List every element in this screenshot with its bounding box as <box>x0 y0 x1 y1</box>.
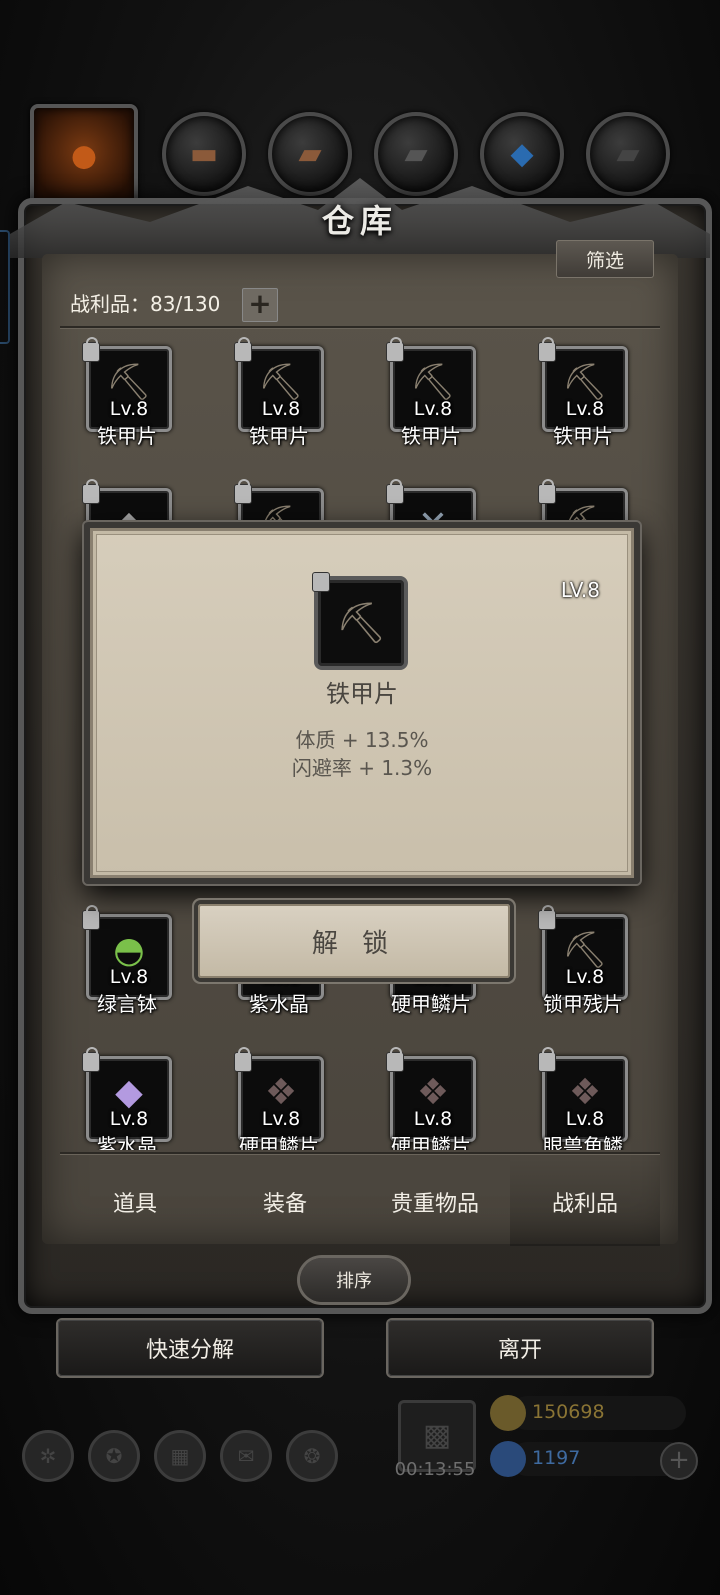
item-detail-popup: LV.8 ⛏ 铁甲片 体质 + 13.5% 闪避率 + 1.3% <box>84 522 640 884</box>
tab-items[interactable]: 道具 <box>60 1158 210 1246</box>
lock-icon <box>386 479 404 504</box>
quick-decompose-button[interactable]: 快速分解 <box>58 1320 322 1376</box>
item-name: 铁甲片 <box>553 424 613 448</box>
popup-item-name: 铁甲片 <box>326 680 398 708</box>
inventory-item[interactable]: ❖ Lv.8 硬甲鳞片 <box>234 1047 324 1156</box>
add-gems-button[interactable]: + <box>660 1442 698 1480</box>
item-level: Lv.8 <box>565 966 605 988</box>
divider <box>60 326 660 328</box>
lock-icon <box>82 1047 100 1072</box>
tab-valuables[interactable]: 贵重物品 <box>360 1158 510 1246</box>
window-title: 仓库 <box>321 202 398 240</box>
lock-icon <box>386 337 404 362</box>
inventory-item[interactable]: ⛏ Lv.8 铁甲片 <box>82 337 172 448</box>
lock-icon <box>234 337 252 362</box>
gift-timer: 00:13:55 <box>394 1459 476 1480</box>
popup-item-icon: ⛏ <box>312 572 408 670</box>
item-level: Lv.8 <box>109 398 149 420</box>
gold-amount: 150698 <box>532 1401 605 1423</box>
lock-icon <box>82 337 100 362</box>
lock-icon <box>82 479 100 504</box>
inventory-item[interactable]: ⛏ Lv.8 铁甲片 <box>386 337 476 448</box>
gem-amount: 1197 <box>532 1447 581 1469</box>
item-level: Lv.8 <box>565 1108 605 1130</box>
iron-icon[interactable]: ▰3742 <box>374 112 458 216</box>
tab-equipment[interactable]: 装备 <box>210 1158 360 1246</box>
book-icon[interactable]: ▦ <box>154 1430 206 1482</box>
inventory-item[interactable]: ⛏ Lv.8 锁甲残片 <box>538 905 628 1016</box>
chat-icon[interactable]: ❂ <box>286 1430 338 1482</box>
capacity-label: 战利品：83/130 <box>70 292 221 316</box>
star-icon[interactable]: ✪ <box>88 1430 140 1482</box>
item-name: 紫水晶 <box>249 992 309 1016</box>
wood-icon[interactable]: ▬ <box>162 112 246 196</box>
plank-icon[interactable]: ▰49703 <box>268 112 352 216</box>
lock-icon <box>234 479 252 504</box>
item-level: Lv.8 <box>261 398 301 420</box>
lock-icon <box>538 905 556 930</box>
gold-coin-icon <box>490 1395 526 1431</box>
expand-capacity-button[interactable]: + <box>242 288 278 322</box>
item-level: Lv.8 <box>565 398 605 420</box>
inventory-item[interactable]: ⛏ Lv.8 铁甲片 <box>234 337 324 448</box>
item-level: Lv.8 <box>413 398 453 420</box>
item-name: 眼兽角鳞 <box>543 1134 623 1150</box>
inventory-item[interactable]: ⛏ Lv.8 铁甲片 <box>538 337 628 448</box>
crystal-icon[interactable]: ◆ <box>480 112 564 196</box>
popup-stat-constitution: 体质 + 13.5% <box>295 728 429 752</box>
ore-icon[interactable]: ▰42874 <box>586 112 670 216</box>
item-level: Lv.8 <box>413 1108 453 1130</box>
lock-icon <box>538 337 556 362</box>
unlock-button[interactable]: 解 锁 <box>198 904 510 978</box>
tab-loot[interactable]: 战利品 <box>510 1158 660 1246</box>
inventory-item[interactable]: ❖ Lv.8 眼兽角鳞 <box>538 1047 628 1156</box>
gem-icon <box>490 1441 526 1477</box>
item-name: 锁甲残片 <box>543 992 623 1016</box>
side-tab[interactable] <box>0 230 10 344</box>
mail-icon[interactable]: ✉ <box>220 1430 272 1482</box>
sort-button[interactable]: 排序 <box>300 1258 408 1302</box>
popup-stat-dodge: 闪避率 + 1.3% <box>291 756 433 780</box>
lock-icon <box>538 1047 556 1072</box>
item-name: 铁甲片 <box>97 424 157 448</box>
item-name: 硬甲鳞片 <box>391 992 471 1016</box>
item-level: Lv.8 <box>109 1108 149 1130</box>
item-level: Lv.8 <box>109 966 149 988</box>
category-tabs: 道具 装备 贵重物品 战利品 <box>60 1158 660 1246</box>
inventory-item[interactable]: ◓ Lv.8 绿言钵 <box>82 905 172 1016</box>
divider <box>60 1152 660 1154</box>
item-name: 硬甲鳞片 <box>391 1134 471 1150</box>
item-name: 紫水晶 <box>97 1134 157 1150</box>
lock-icon <box>82 905 100 930</box>
lock-icon <box>234 1047 252 1072</box>
settings-icon[interactable]: ✲ <box>22 1430 74 1482</box>
popup-level: LV.8 <box>560 578 600 602</box>
item-name: 硬甲鳞片 <box>239 1134 319 1150</box>
filter-button[interactable]: 筛选 <box>556 240 654 278</box>
lock-icon <box>538 479 556 504</box>
item-name: 铁甲片 <box>249 424 309 448</box>
item-name: 绿言钵 <box>97 992 157 1016</box>
inventory-item[interactable]: ❖ Lv.8 硬甲鳞片 <box>386 1047 476 1156</box>
item-level: Lv.8 <box>261 1108 301 1130</box>
lock-icon <box>312 572 330 592</box>
item-name: 铁甲片 <box>401 424 461 448</box>
pumpkin-icon[interactable]: ● <box>30 104 138 208</box>
lock-icon <box>386 1047 404 1072</box>
leave-button[interactable]: 离开 <box>388 1320 652 1376</box>
inventory-item[interactable]: ◆ Lv.8 紫水晶 <box>82 1047 172 1156</box>
